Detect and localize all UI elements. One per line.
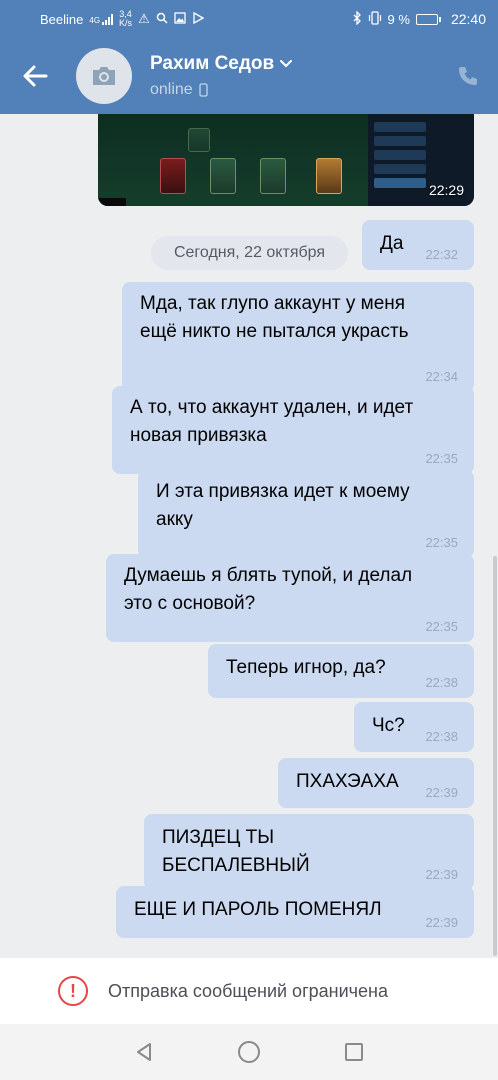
search-status-icon xyxy=(156,12,168,27)
message-time: 22:35 xyxy=(425,619,458,634)
speed-unit: K/s xyxy=(119,18,133,28)
back-arrow-icon xyxy=(23,65,48,87)
restriction-text: Отправка сообщений ограничена xyxy=(108,980,388,1001)
play-status-icon xyxy=(192,11,205,27)
status-clock: 22:40 xyxy=(450,11,486,27)
system-nav-bar xyxy=(0,1024,498,1080)
nav-back-icon xyxy=(137,1043,152,1061)
message-time: 22:38 xyxy=(425,675,458,690)
warning-icon: ! xyxy=(58,976,88,1006)
photo-message[interactable]: 22:29 xyxy=(98,114,474,206)
message-bubble[interactable]: И эта привязка идет к моему акку 22:35 xyxy=(138,470,474,558)
gallery-status-icon xyxy=(174,11,186,27)
message-time: 22:34 xyxy=(425,369,458,384)
network-type: 4G xyxy=(89,16,101,25)
contact-status: online xyxy=(150,81,193,98)
chat-header: Рахим Седов online xyxy=(0,38,498,114)
nav-recents-icon xyxy=(344,1043,363,1061)
contact-name-row[interactable]: Рахим Седов xyxy=(150,53,438,75)
signal-icon xyxy=(102,13,114,25)
photo-time: 22:29 xyxy=(428,182,464,198)
nav-home-icon xyxy=(237,1041,260,1063)
status-bar: Beeline 4G 3,4 K/s ⚠ 9 % 22:40 xyxy=(0,0,498,38)
message-bubble[interactable]: Думаешь я блять тупой, и делал это с осно… xyxy=(106,554,474,642)
contact-name: Рахим Седов xyxy=(150,53,275,74)
message-time: 22:39 xyxy=(425,785,458,800)
alert-triangle-icon: ⚠ xyxy=(138,11,150,26)
message-bubble[interactable]: А то, что аккаунт удален, и идет новая пр… xyxy=(112,386,474,474)
chevron-down-icon xyxy=(280,60,293,68)
call-button[interactable] xyxy=(438,46,498,106)
message-text: акку xyxy=(156,509,193,530)
date-separator: Сегодня, 22 октября xyxy=(151,236,348,270)
message-bubble[interactable]: ЕЩЕ И ПАРОЛЬ ПОМЕНЯЛ 22:39 xyxy=(116,886,474,938)
message-bubble[interactable]: Мда, так глупо аккаунт у меня ещё никто н… xyxy=(122,282,474,392)
message-text: И эта привязка идет к моему xyxy=(156,481,410,502)
network-speed: 3,4 K/s xyxy=(119,10,132,28)
message-text: ПИЗДЕЦ ТЫ БЕСПАЛЕВНЫЙ xyxy=(162,827,310,876)
message-text: Да xyxy=(380,233,404,254)
message-time: 22:35 xyxy=(425,451,458,466)
call-icon xyxy=(459,67,477,85)
message-time: 22:32 xyxy=(425,247,458,262)
message-text: А то, что аккаунт удален, и идет xyxy=(130,397,414,418)
message-bubble[interactable]: Чс? 22:38 xyxy=(354,702,474,752)
scrollbar[interactable] xyxy=(493,556,497,956)
photo-game-field xyxy=(98,114,368,206)
message-text: Теперь игнор, да? xyxy=(226,657,386,678)
battery-percent: 9 % xyxy=(387,11,410,27)
message-time: 22:38 xyxy=(425,729,458,744)
message-list[interactable]: 22:29 Сегодня, 22 октября Да 22:32 Мда, та… xyxy=(0,114,498,958)
carrier-name: Beeline xyxy=(40,11,84,27)
message-bubble[interactable]: ПИЗДЕЦ ТЫ БЕСПАЛЕВНЫЙ 22:39 xyxy=(144,814,474,890)
message-text: это с основой? xyxy=(124,593,256,614)
nav-recents-button[interactable] xyxy=(334,1032,374,1072)
message-time: 22:39 xyxy=(425,915,458,930)
message-time: 22:35 xyxy=(425,535,458,550)
contact-status-row: online xyxy=(150,81,438,99)
message-text: Чс? xyxy=(372,715,405,736)
restriction-bar: ! Отправка сообщений ограничена xyxy=(0,958,498,1024)
message-bubble[interactable]: Теперь игнор, да? 22:38 xyxy=(208,644,474,698)
battery-icon xyxy=(415,13,441,25)
message-text: ПХАХЭАХА xyxy=(296,771,399,792)
nav-home-button[interactable] xyxy=(229,1032,269,1072)
message-text: новая привязка xyxy=(130,425,267,446)
message-bubble[interactable]: ПХАХЭАХА 22:39 xyxy=(278,758,474,808)
message-text: Мда, так глупо аккаунт у меня xyxy=(140,293,406,314)
back-button[interactable] xyxy=(0,38,70,114)
message-time: 22:39 xyxy=(425,867,458,882)
camera-icon xyxy=(93,67,115,85)
bluetooth-icon xyxy=(352,9,362,28)
message-bubble[interactable]: Да 22:32 xyxy=(362,220,474,270)
avatar[interactable] xyxy=(76,48,132,104)
nav-back-button[interactable] xyxy=(124,1032,164,1072)
message-text: ЕЩЕ И ПАРОЛЬ ПОМЕНЯЛ xyxy=(134,899,382,920)
phone-small-icon xyxy=(199,83,208,97)
message-text: Думаешь я блять тупой, и делал xyxy=(124,565,413,586)
vibrate-icon xyxy=(368,10,382,28)
message-text: ещё никто не пытался украсть xyxy=(140,321,409,342)
contact-title[interactable]: Рахим Седов online xyxy=(150,53,438,99)
